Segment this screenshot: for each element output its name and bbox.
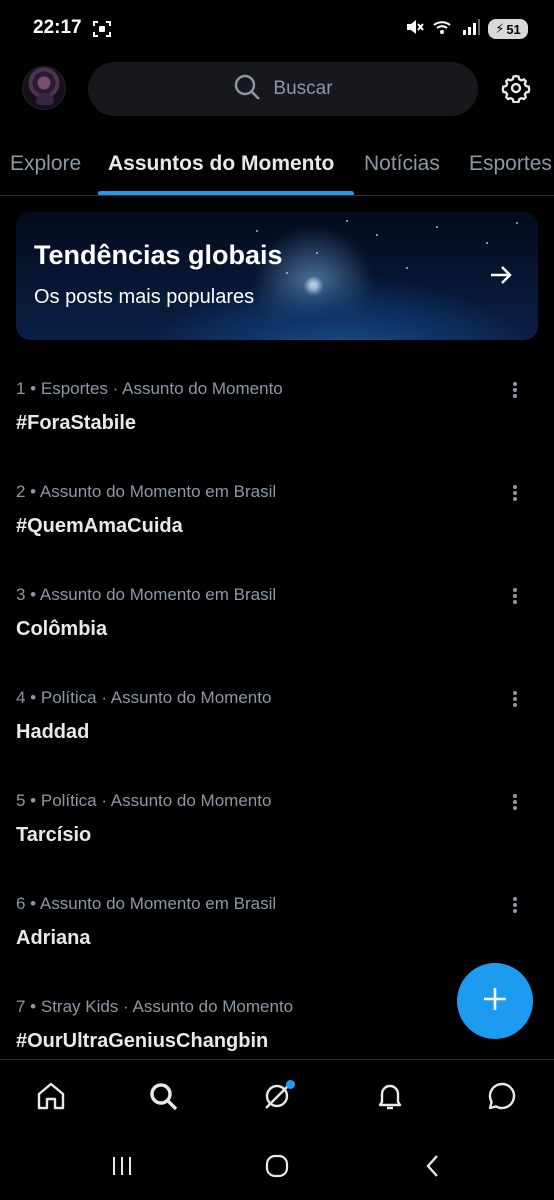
battery-indicator: ⚡ 51 bbox=[488, 19, 528, 39]
trend-meta: 3 • Assunto do Momento em Brasil bbox=[16, 585, 277, 604]
tab-news[interactable]: Notícias bbox=[364, 152, 440, 176]
search-input[interactable]: Buscar bbox=[88, 62, 478, 116]
tab-sports[interactable]: Esportes bbox=[469, 152, 552, 176]
back-button[interactable] bbox=[418, 1153, 448, 1184]
plus-icon bbox=[482, 986, 508, 1017]
more-options-icon[interactable] bbox=[505, 894, 525, 916]
tab-explore[interactable]: Explore bbox=[10, 152, 81, 176]
home-icon bbox=[35, 1080, 67, 1117]
more-options-icon[interactable] bbox=[505, 791, 525, 813]
system-nav bbox=[0, 1137, 554, 1200]
trend-name: #ForaStabile bbox=[16, 412, 137, 434]
trend-meta: 4 • Política · Assunto do Momento bbox=[16, 688, 272, 707]
trend-name: #QuemAmaCuida bbox=[16, 515, 183, 537]
nav-home[interactable] bbox=[33, 1080, 69, 1116]
trend-item[interactable]: 1 • Esportes · Assunto do Momento #ForaS… bbox=[0, 379, 554, 479]
banner-title: Tendências globais bbox=[34, 240, 283, 270]
search-icon bbox=[147, 1080, 179, 1117]
trend-name: #OurUltraGeniusChangbin bbox=[16, 1030, 269, 1052]
battery-level: 51 bbox=[506, 21, 521, 37]
mute-icon bbox=[404, 17, 424, 42]
more-options-icon[interactable] bbox=[505, 688, 525, 710]
more-options-icon[interactable] bbox=[505, 585, 525, 607]
status-bar: 22:17 ⚡ 51 bbox=[0, 0, 554, 58]
wifi-icon bbox=[432, 17, 454, 42]
trend-item[interactable]: 5 • Política · Assunto do Momento Tarcís… bbox=[0, 791, 554, 891]
status-time: 22:17 bbox=[33, 17, 82, 38]
search-icon bbox=[233, 73, 261, 106]
back-icon bbox=[422, 1153, 444, 1184]
tab-trending[interactable]: Assuntos do Momento bbox=[108, 152, 334, 176]
charging-icon: ⚡ bbox=[495, 21, 505, 36]
avatar[interactable] bbox=[22, 66, 66, 110]
signal-icon bbox=[462, 18, 480, 41]
trend-meta: 6 • Assunto do Momento em Brasil bbox=[16, 894, 277, 913]
gear-icon[interactable] bbox=[498, 70, 534, 106]
trend-meta: 1 • Esportes · Assunto do Momento bbox=[16, 379, 283, 398]
status-icons: ⚡ 51 bbox=[404, 17, 528, 41]
message-icon bbox=[486, 1080, 518, 1117]
nav-grok[interactable] bbox=[259, 1080, 295, 1116]
more-options-icon[interactable] bbox=[505, 482, 525, 504]
recents-button[interactable] bbox=[107, 1155, 137, 1181]
nav-explore[interactable] bbox=[145, 1080, 181, 1116]
trend-meta: 7 • Stray Kids · Assunto do Momento bbox=[16, 997, 294, 1016]
bottom-nav bbox=[0, 1059, 554, 1137]
nav-notifications[interactable] bbox=[372, 1080, 408, 1116]
arrow-right-icon bbox=[488, 262, 514, 293]
trend-meta: 5 • Política · Assunto do Momento bbox=[16, 791, 272, 810]
trend-name: Haddad bbox=[16, 721, 90, 743]
bell-icon bbox=[374, 1080, 406, 1117]
trend-name: Colômbia bbox=[16, 618, 108, 640]
trend-item[interactable]: 3 • Assunto do Momento em Brasil Colômbi… bbox=[0, 585, 554, 685]
recents-icon bbox=[110, 1154, 134, 1183]
trend-name: Tarcísio bbox=[16, 824, 92, 846]
banner-subtitle: Os posts mais populares bbox=[34, 286, 255, 308]
home-circle-icon bbox=[264, 1153, 290, 1184]
trend-meta: 2 • Assunto do Momento em Brasil bbox=[16, 482, 277, 501]
more-options-icon[interactable] bbox=[505, 379, 525, 401]
nav-messages[interactable] bbox=[484, 1080, 520, 1116]
compose-button[interactable] bbox=[457, 963, 533, 1039]
search-placeholder: Buscar bbox=[273, 78, 333, 99]
screenshot-icon bbox=[92, 19, 112, 44]
active-tab-indicator bbox=[98, 191, 354, 195]
global-trends-banner[interactable]: Tendências globais Os posts mais popular… bbox=[16, 212, 538, 340]
trend-item[interactable]: 4 • Política · Assunto do Momento Haddad bbox=[0, 688, 554, 788]
notification-dot bbox=[286, 1080, 295, 1089]
home-button[interactable] bbox=[262, 1153, 292, 1184]
trend-item[interactable]: 2 • Assunto do Momento em Brasil #QuemAm… bbox=[0, 482, 554, 582]
trend-name: Adriana bbox=[16, 927, 91, 949]
explore-tabs: Explore Assuntos do Momento Notícias Esp… bbox=[0, 134, 554, 196]
